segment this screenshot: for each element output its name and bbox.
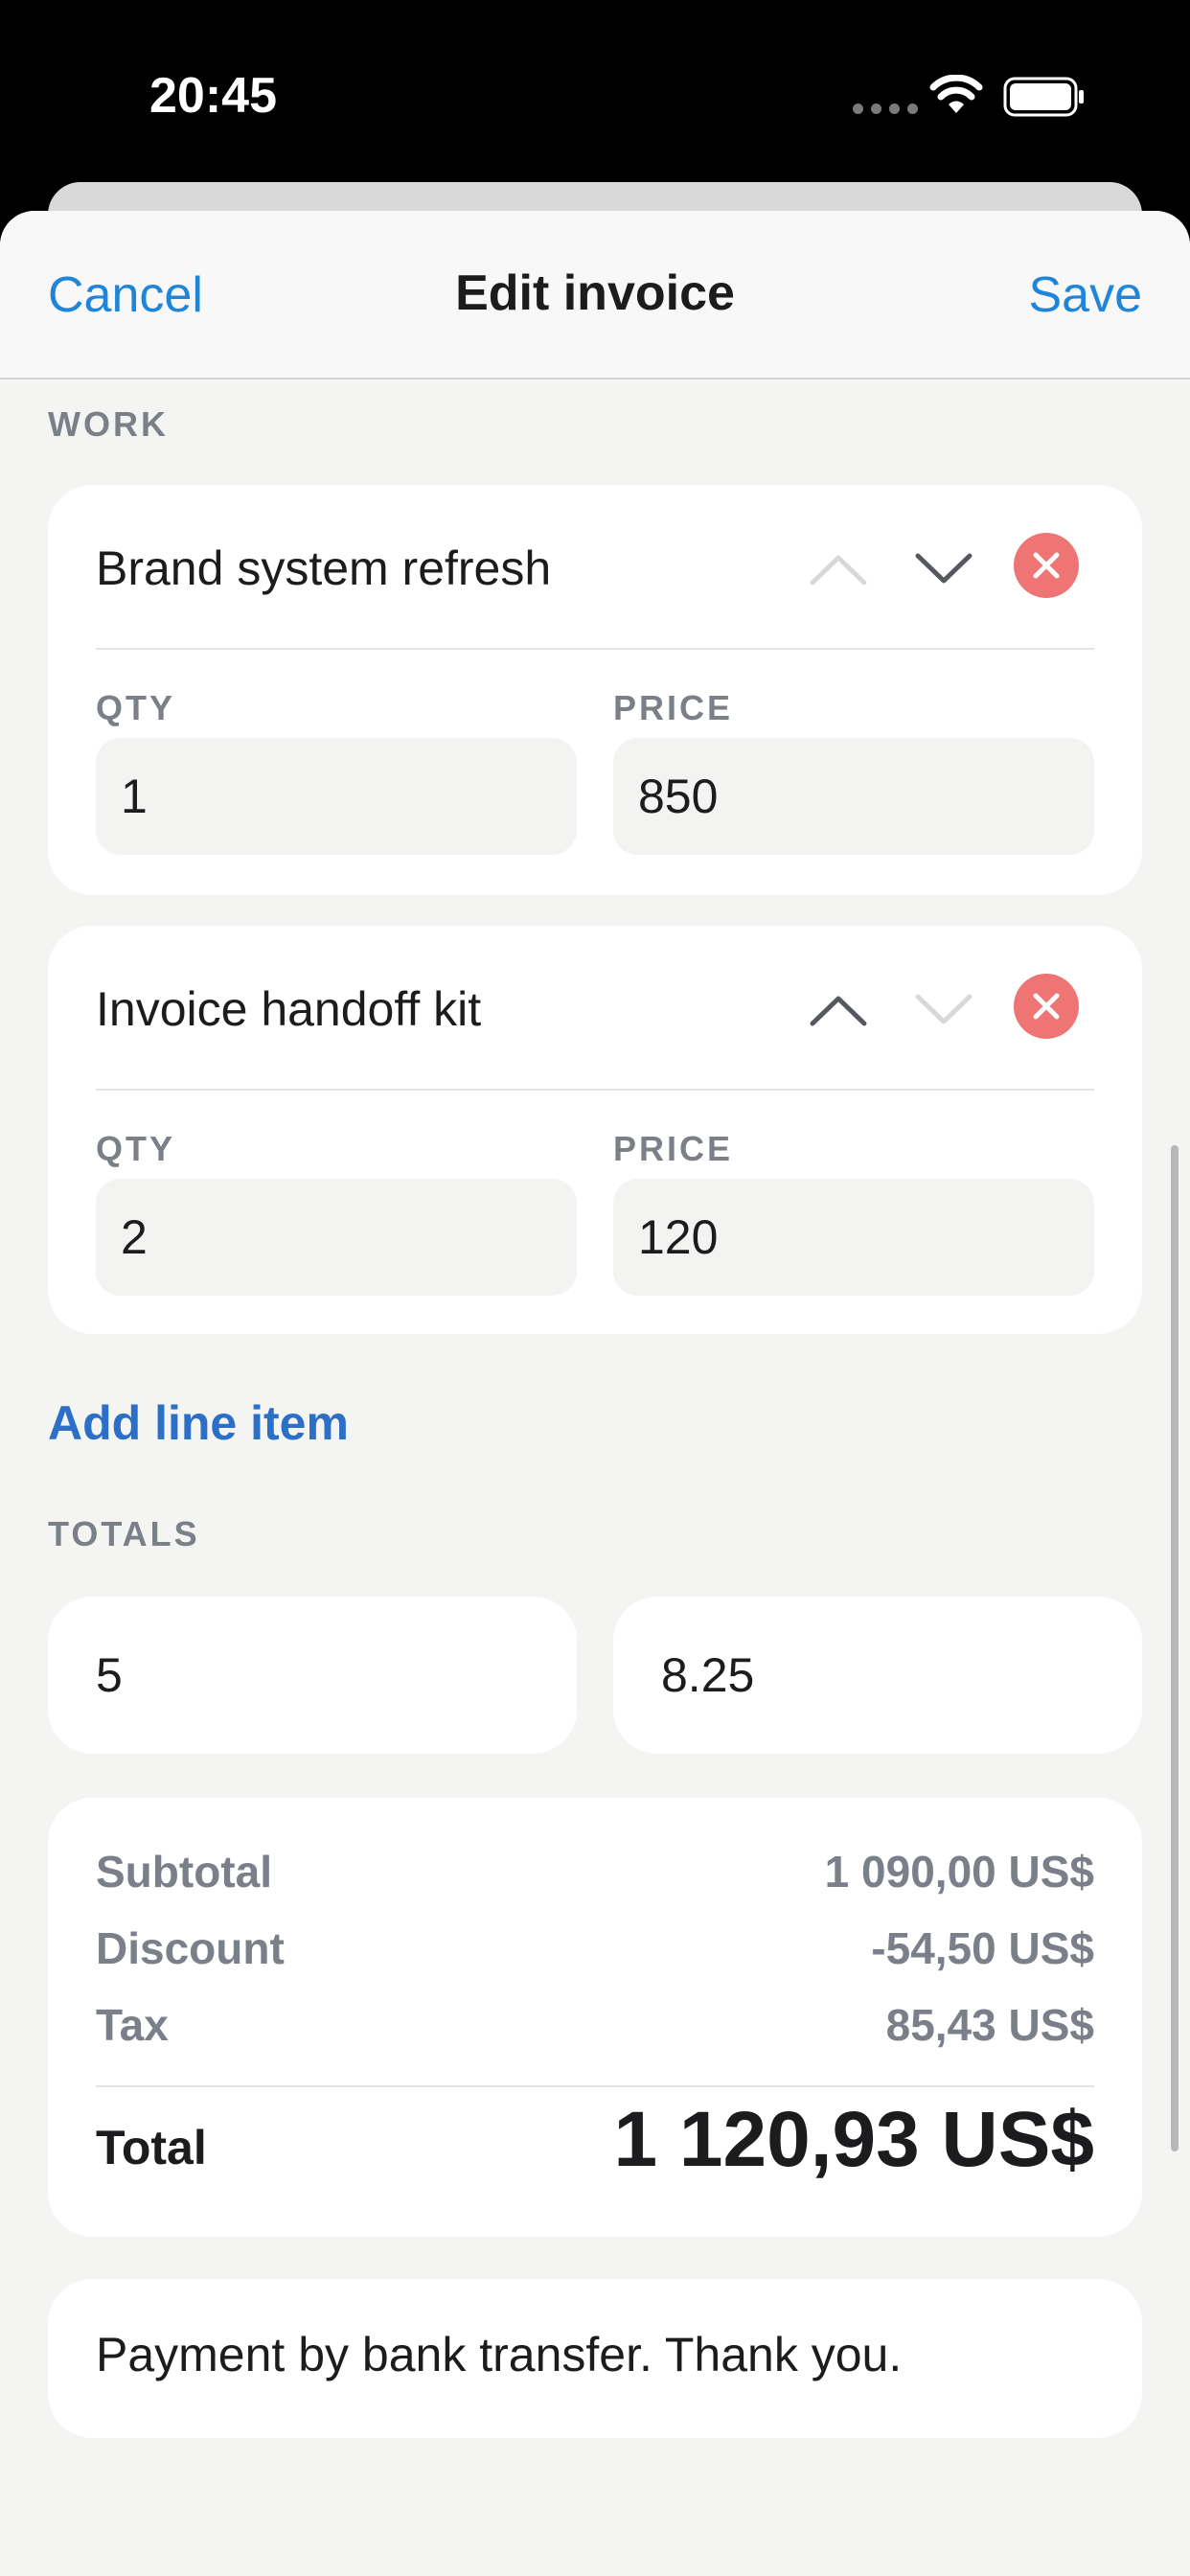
- tax-row: Tax 85,43 US$: [96, 1999, 1094, 2051]
- move-down-icon[interactable]: [910, 976, 977, 1043]
- discount-row: Discount -54,50 US$: [96, 1922, 1094, 1974]
- notes-text: Payment by bank transfer. Thank you.: [96, 2328, 903, 2381]
- cancel-button[interactable]: Cancel: [48, 266, 203, 324]
- tax-rate-input[interactable]: 8.25: [613, 1597, 1142, 1754]
- qty-input[interactable]: 1: [96, 738, 577, 855]
- discount-value: -54,50 US$: [871, 1923, 1094, 1973]
- subtotal-row: Subtotal 1 090,00 US$: [96, 1846, 1094, 1898]
- section-label-work: WORK: [48, 404, 169, 444]
- discount-percent-input[interactable]: 5: [48, 1597, 577, 1754]
- navigation-bar: Edit invoice Cancel Save: [0, 211, 1190, 380]
- move-down-icon[interactable]: [910, 535, 977, 602]
- divider: [96, 1089, 1094, 1091]
- line-item-card: Invoice handoff kit QTY PRICE 2 120: [48, 926, 1142, 1334]
- price-label: PRICE: [613, 1129, 734, 1168]
- tax-label: Tax: [96, 2000, 169, 2050]
- move-up-icon[interactable]: [805, 535, 872, 602]
- cellular-signal-icon: [853, 104, 918, 114]
- wifi-icon: [929, 75, 983, 113]
- line-item-card: Brand system refresh QTY PRICE 1 850: [48, 485, 1142, 895]
- move-up-icon[interactable]: [805, 976, 872, 1043]
- subtotal-value: 1 090,00 US$: [824, 1847, 1094, 1897]
- remove-item-icon[interactable]: [1014, 533, 1079, 598]
- line-item-title: Brand system refresh: [96, 541, 552, 595]
- discount-label: Discount: [96, 1923, 285, 1973]
- scrollbar[interactable]: [1171, 1145, 1179, 2151]
- battery-icon: [1003, 77, 1084, 117]
- save-button[interactable]: Save: [1028, 266, 1142, 324]
- add-line-item-button[interactable]: Add line item: [48, 1395, 349, 1451]
- tax-value: 85,43 US$: [885, 2000, 1094, 2050]
- qty-label: QTY: [96, 1129, 176, 1168]
- qty-input[interactable]: 2: [96, 1179, 577, 1296]
- remove-item-icon[interactable]: [1014, 974, 1079, 1039]
- price-input[interactable]: 120: [613, 1179, 1094, 1296]
- price-input[interactable]: 850: [613, 738, 1094, 855]
- divider: [96, 2085, 1094, 2087]
- notes-field[interactable]: Payment by bank transfer. Thank you.: [48, 2279, 1142, 2438]
- status-time: 20:45: [149, 68, 277, 124]
- total-value: 1 120,93 US$: [613, 2096, 1095, 2183]
- totals-summary-card: Subtotal 1 090,00 US$ Discount -54,50 US…: [48, 1798, 1142, 2237]
- edit-invoice-sheet: Edit invoice Cancel Save WORK Brand syst…: [0, 211, 1190, 2576]
- price-label: PRICE: [613, 688, 734, 727]
- qty-label: QTY: [96, 688, 176, 727]
- divider: [96, 648, 1094, 650]
- subtotal-label: Subtotal: [96, 1847, 272, 1897]
- section-label-totals: TOTALS: [48, 1514, 200, 1553]
- line-item-title: Invoice handoff kit: [96, 982, 482, 1036]
- total-label: Total: [96, 2121, 207, 2174]
